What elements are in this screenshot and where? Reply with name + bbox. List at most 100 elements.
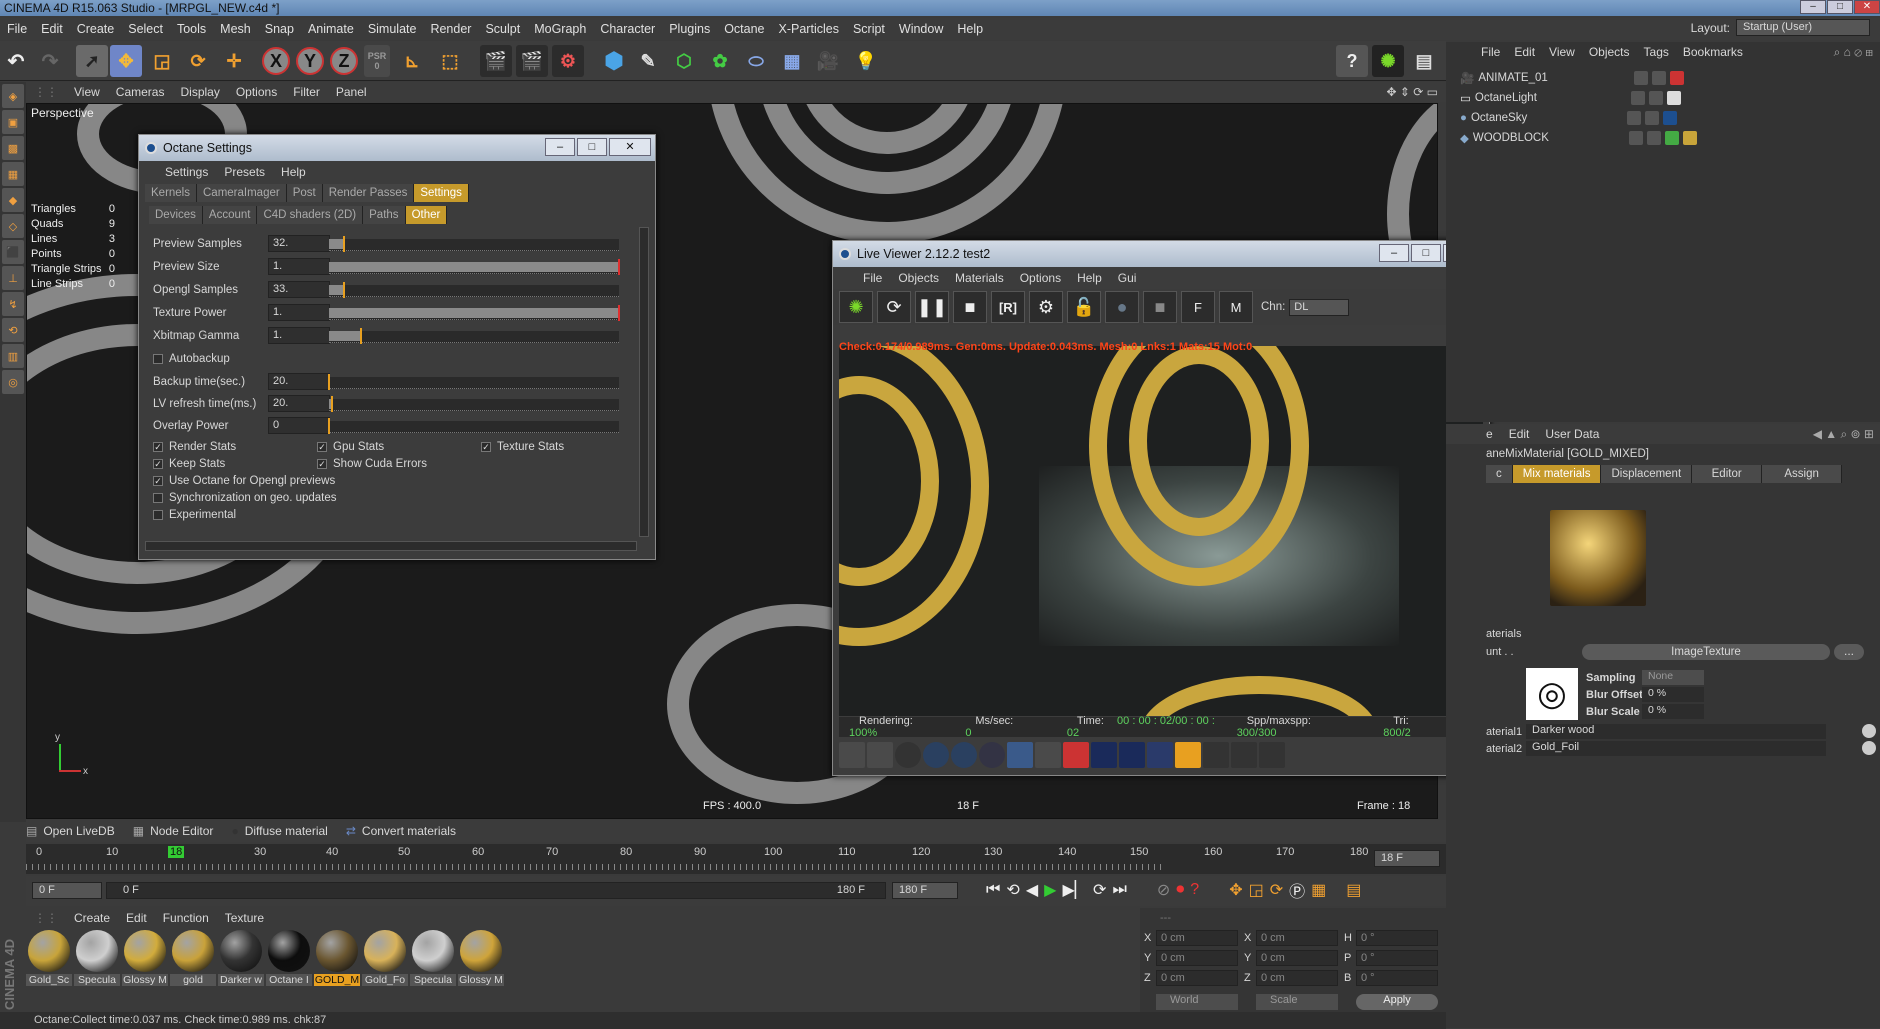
material-item[interactable]: Specula xyxy=(74,930,120,992)
cube-icon[interactable]: ⬢ xyxy=(598,45,630,77)
start-frame-field[interactable]: 0 F xyxy=(32,882,102,899)
x-axis-button[interactable]: X xyxy=(262,47,290,75)
rotate-icon[interactable]: ⟳ xyxy=(182,45,214,77)
sphere-preview-icon[interactable]: ● xyxy=(1105,291,1139,323)
move-icon[interactable]: ✥ xyxy=(110,45,142,77)
film-icon[interactable] xyxy=(1203,742,1229,768)
channel-dropdown[interactable]: DL xyxy=(1289,298,1350,316)
apply-button[interactable]: Apply xyxy=(1356,994,1438,1010)
prev-key-icon[interactable]: ⟲ xyxy=(1006,880,1019,900)
key-scale-icon[interactable]: ◲ xyxy=(1249,880,1264,900)
keep-stats-checkbox[interactable]: ✓ Keep Stats xyxy=(153,458,225,470)
rotation-b-field[interactable]: 0 ° xyxy=(1356,970,1438,986)
contrast-icon[interactable] xyxy=(1119,742,1145,768)
om-menu-view[interactable]: View xyxy=(1542,45,1582,59)
grid-icon[interactable] xyxy=(839,742,865,768)
polygons-mode-icon[interactable]: ⬛ xyxy=(2,240,24,264)
menu-render[interactable]: Render xyxy=(423,18,478,40)
settings-gear-icon[interactable]: ⚙ xyxy=(1029,291,1063,323)
maximize-icon[interactable]: □ xyxy=(1411,244,1441,262)
tab-displacement[interactable]: Displacement xyxy=(1601,465,1693,483)
mat-menu-function[interactable]: Function xyxy=(155,911,217,925)
key-position-icon[interactable]: ✥ xyxy=(1229,880,1242,900)
stop-icon[interactable]: ■ xyxy=(953,291,987,323)
lv-menu-options[interactable]: Options xyxy=(1012,271,1069,285)
viewport-menu-panel[interactable]: Panel xyxy=(328,85,375,99)
object-row[interactable]: ◆ WOODBLOCK xyxy=(1446,128,1880,148)
am-nav-icons[interactable]: ◀ ▲ ⌕ ⊚ ⊞ xyxy=(1813,427,1880,442)
experimental-checkbox[interactable]: Experimental xyxy=(153,509,236,521)
maximize-icon[interactable]: □ xyxy=(577,138,607,156)
menu-mesh[interactable]: Mesh xyxy=(213,18,258,40)
current-frame-field[interactable]: 18 F xyxy=(1374,850,1440,867)
slider-value-field[interactable]: 33. xyxy=(268,281,330,298)
octane-logo-icon[interactable]: ✺ xyxy=(1372,45,1404,77)
slider-track[interactable] xyxy=(329,396,619,412)
sphere-half-icon[interactable] xyxy=(979,742,1005,768)
key-pla-icon[interactable]: ▦ xyxy=(1311,880,1326,900)
am-menu-mode[interactable]: e xyxy=(1446,427,1501,441)
render-view-icon[interactable]: 🎬 xyxy=(480,45,512,77)
material-tag-icon[interactable] xyxy=(1682,131,1697,145)
psr-button[interactable]: PSR 0 xyxy=(364,45,390,77)
sphere-blue-icon[interactable] xyxy=(951,742,977,768)
open-livedb-button[interactable]: ▤ Open LiveDB xyxy=(26,824,115,838)
maximize-icon[interactable]: □ xyxy=(1827,0,1853,14)
cloner-icon[interactable]: ✿ xyxy=(704,45,736,77)
redo-icon[interactable]: ↷ xyxy=(34,45,66,77)
slider-track[interactable] xyxy=(328,374,619,390)
lock-icon[interactable]: 🔓 xyxy=(1067,291,1101,323)
render-picture-viewer-icon[interactable]: 🎬 xyxy=(516,45,548,77)
timeline-ruler[interactable]: 0 10 18 30 40 50 60 70 80 90 100 110 120… xyxy=(26,844,1446,874)
octane-light-tag-icon[interactable] xyxy=(1666,91,1681,105)
texture-stats-checkbox[interactable]: ✓ Texture Stats xyxy=(481,441,564,453)
lv-menu-gui[interactable]: Gui xyxy=(1110,271,1145,285)
tab-assign[interactable]: Assign xyxy=(1762,465,1843,483)
shader-button[interactable]: ImageTexture xyxy=(1582,644,1830,660)
camera-red-icon[interactable] xyxy=(1063,742,1089,768)
slider-value-field[interactable]: 20. xyxy=(268,373,330,390)
mat-menu-create[interactable]: Create xyxy=(66,911,118,925)
tab-render-passes[interactable]: Render Passes xyxy=(322,184,415,202)
material1-link-icon[interactable] xyxy=(1862,724,1876,738)
end-frame-field[interactable]: 180 F xyxy=(892,882,958,899)
material-item[interactable]: Gold_Fo xyxy=(362,930,408,992)
key-param-icon[interactable]: Ⓟ xyxy=(1289,878,1305,902)
tab-kernels[interactable]: Kernels xyxy=(145,184,197,202)
horizontal-scrollbar[interactable] xyxy=(145,541,637,551)
tab-other[interactable]: Other xyxy=(405,206,448,224)
tweak-icon[interactable]: ↯ xyxy=(2,292,24,316)
om-menu-tags[interactable]: Tags xyxy=(1637,45,1676,59)
slider-thumb[interactable] xyxy=(342,282,345,298)
pause-icon[interactable]: ❚❚ xyxy=(915,291,949,323)
menu-mograph[interactable]: MoGraph xyxy=(527,18,593,40)
scale-dropdown[interactable]: Scale xyxy=(1256,994,1338,1010)
tab-settings[interactable]: Settings xyxy=(414,184,469,202)
om-menu-objects[interactable]: Objects xyxy=(1582,45,1637,59)
octane-start-icon[interactable]: ✺ xyxy=(839,291,873,323)
sphere-dark-icon[interactable] xyxy=(895,742,921,768)
go-to-end-icon[interactable]: ⏭ xyxy=(1112,881,1126,899)
material2-field[interactable]: Gold_Foil xyxy=(1526,741,1826,756)
menu-presets[interactable]: Presets xyxy=(216,165,273,179)
position-x-field[interactable]: 0 cm xyxy=(1156,930,1238,946)
slider-thumb[interactable] xyxy=(618,305,620,321)
lv-menu-file[interactable]: File xyxy=(855,271,890,285)
workplane-icon[interactable]: ▦ xyxy=(2,162,24,186)
subdivision-icon[interactable]: ⬡ xyxy=(668,45,700,77)
viewport-menu-filter[interactable]: Filter xyxy=(285,85,328,99)
tab-paths[interactable]: Paths xyxy=(363,206,406,224)
focus-pick-icon[interactable]: F xyxy=(1181,291,1215,323)
slider-thumb[interactable] xyxy=(618,259,620,275)
live-viewer-titlebar[interactable]: Live Viewer 2.12.2 test2 –□✕ xyxy=(833,241,1489,267)
mat-menu-texture[interactable]: Texture xyxy=(217,911,272,925)
enabled-check-icon[interactable] xyxy=(1646,131,1661,145)
material-item[interactable]: Glossy M xyxy=(458,930,504,992)
minimize-icon[interactable]: – xyxy=(545,138,575,156)
record-disabled-icon[interactable]: ⊘ xyxy=(1157,880,1170,900)
slider-track[interactable] xyxy=(329,259,620,275)
slider-value-field[interactable]: 1. xyxy=(268,304,330,321)
z-axis-button[interactable]: Z xyxy=(330,47,358,75)
visibility-icon[interactable] xyxy=(1628,131,1643,145)
slider-value-field[interactable]: 0 xyxy=(268,417,330,434)
